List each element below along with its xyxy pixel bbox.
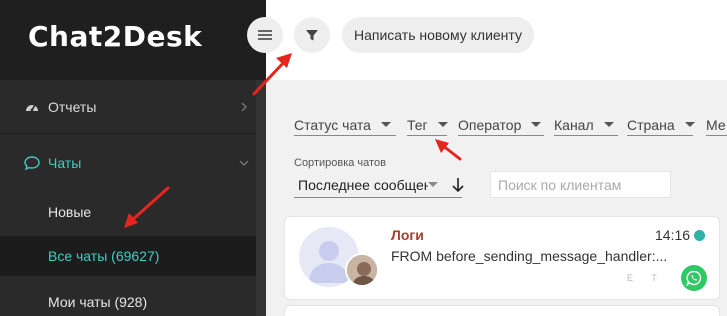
sidebar-subitem-label: Все чаты (69627) bbox=[48, 248, 160, 264]
sort-value: Последнее сообщение bbox=[298, 176, 428, 193]
sidebar-subitem-label: Мои чаты (928) bbox=[48, 294, 148, 310]
client-search-input[interactable]: Поиск по клиентам bbox=[490, 171, 671, 198]
sidebar-item-chats[interactable]: Чаты bbox=[0, 136, 266, 190]
chat-time: 14:16 bbox=[655, 227, 691, 243]
sidebar-item-reports[interactable]: Отчеты bbox=[0, 80, 266, 134]
sidebar-subitem-label: Новые bbox=[48, 204, 92, 220]
filter-label: Страна bbox=[627, 116, 675, 133]
chat-meta: E T bbox=[627, 273, 665, 283]
chat-last-message: FROM before_sending_message_handler:... bbox=[391, 248, 668, 264]
caret-down-icon bbox=[437, 122, 448, 127]
funnel-icon bbox=[306, 30, 318, 41]
sort-direction-icon[interactable] bbox=[451, 177, 465, 193]
caret-down-icon bbox=[380, 122, 391, 127]
sidebar-subitem-new[interactable]: Новые bbox=[0, 192, 256, 232]
filter-country[interactable]: Страна bbox=[627, 114, 695, 136]
chat-list-item[interactable]: Логи 14:16 FROM before_sending_message_h… bbox=[284, 216, 720, 300]
sidebar-scrollbar[interactable] bbox=[256, 80, 266, 316]
operator-avatar bbox=[345, 253, 379, 287]
logo-area: Chat2Desk bbox=[0, 0, 266, 80]
filter-button[interactable] bbox=[294, 17, 330, 53]
sidebar-item-label: Отчеты bbox=[48, 98, 97, 115]
sidebar: Chat2Desk Отчеты Чаты Новые Все чаты (69… bbox=[0, 0, 266, 316]
caret-down-icon bbox=[603, 122, 614, 127]
chat-list-item[interactable] bbox=[284, 305, 720, 316]
filter-label: Тег bbox=[407, 116, 428, 133]
write-new-client-button[interactable]: Написать новому клиенту bbox=[342, 17, 534, 53]
sidebar-subitem-my-chats[interactable]: Мои чаты (928) bbox=[0, 282, 256, 316]
chat-bubble-icon bbox=[24, 156, 40, 171]
filter-label: Канал bbox=[554, 116, 594, 133]
filter-channel[interactable]: Канал bbox=[554, 114, 618, 136]
filter-label: Статус чата bbox=[294, 116, 371, 133]
filter-operator[interactable]: Оператор bbox=[458, 114, 544, 136]
filter-tag[interactable]: Тег bbox=[407, 114, 448, 136]
sort-label: Сортировка чатов bbox=[294, 157, 386, 169]
whatsapp-icon bbox=[681, 265, 707, 291]
operator-photo bbox=[347, 255, 377, 285]
caret-down-icon bbox=[428, 182, 438, 187]
filter-more[interactable]: Ме bbox=[706, 114, 727, 136]
sidebar-item-label: Чаты bbox=[48, 155, 82, 171]
chat-client-name: Логи bbox=[391, 227, 424, 243]
filter-label: Оператор bbox=[458, 116, 522, 133]
filter-label: Ме bbox=[706, 116, 726, 133]
hamburger-icon bbox=[258, 30, 272, 40]
chevron-right-icon bbox=[241, 102, 247, 111]
status-dot bbox=[694, 230, 705, 241]
app-logo: Chat2Desk bbox=[28, 20, 203, 53]
sidebar-subitem-all-chats[interactable]: Все чаты (69627) bbox=[0, 236, 256, 276]
filter-status[interactable]: Статус чата bbox=[294, 114, 396, 136]
caret-down-icon bbox=[531, 122, 542, 127]
menu-toggle-button[interactable] bbox=[247, 17, 283, 53]
chevron-down-icon bbox=[239, 160, 249, 166]
annotation-arrowhead-tag bbox=[435, 139, 449, 153]
dashboard-icon bbox=[26, 104, 38, 111]
caret-down-icon bbox=[684, 122, 695, 127]
sort-select[interactable]: Последнее сообщение bbox=[294, 172, 462, 198]
annotation-arrow-tag bbox=[440, 143, 462, 161]
